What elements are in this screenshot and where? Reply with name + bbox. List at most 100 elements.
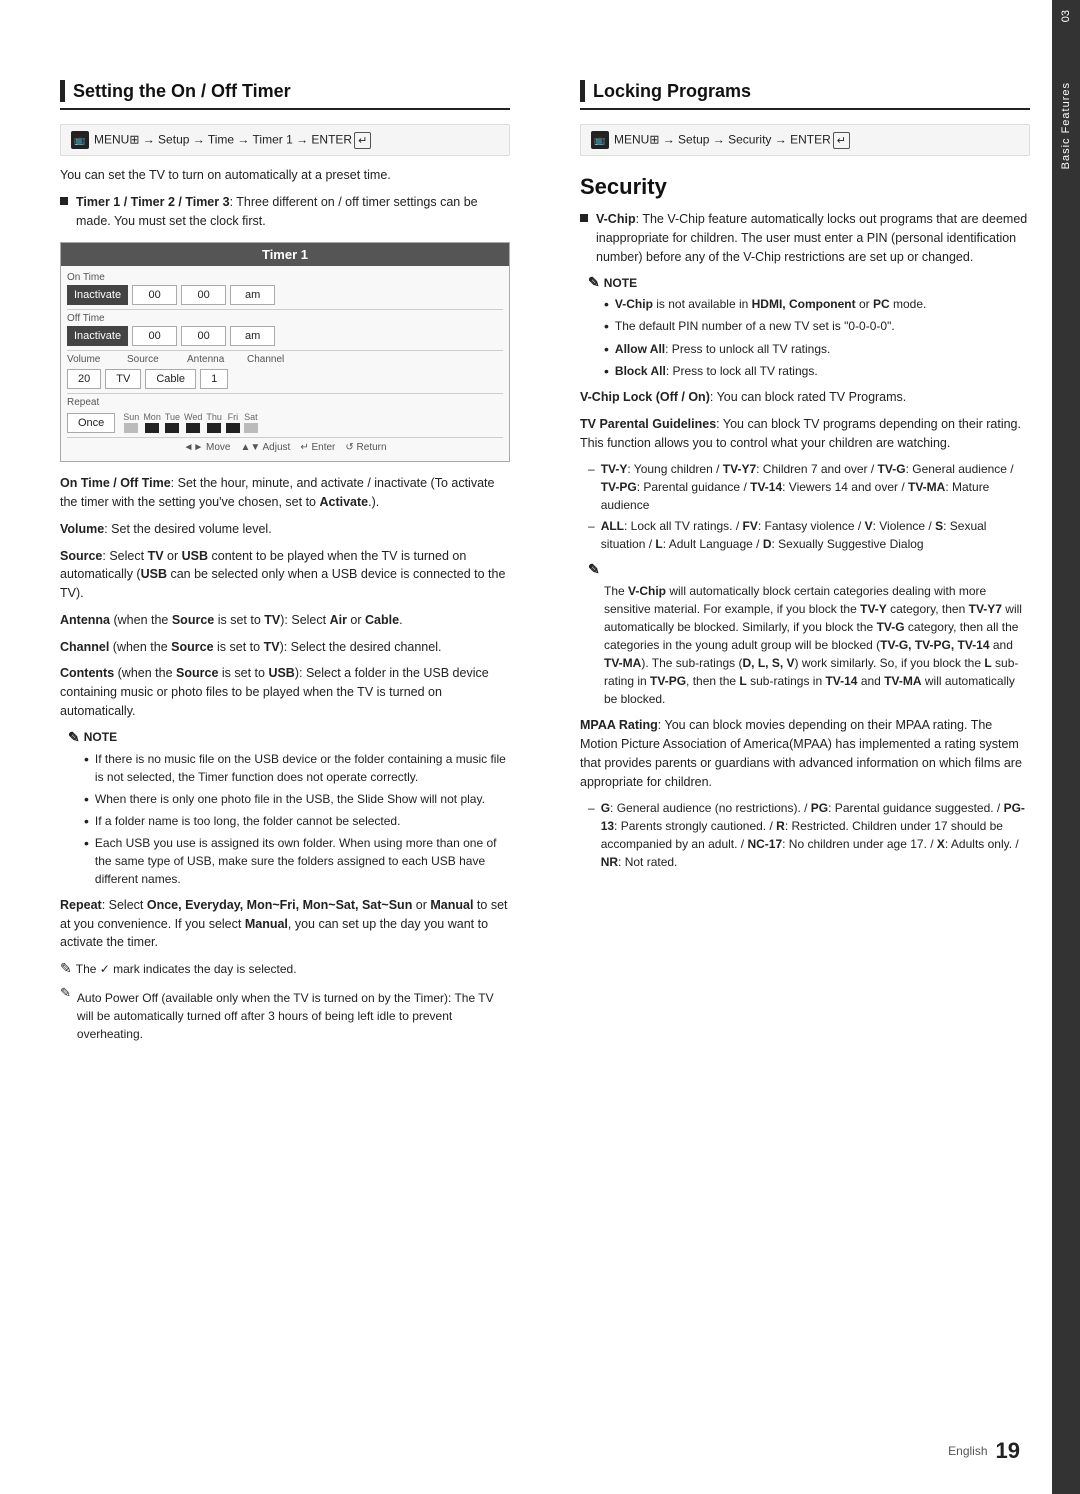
timer-title: Timer 1 [61,243,509,266]
vchip-bullet: V-Chip: The V-Chip feature automatically… [580,210,1030,266]
on-time-ampm: am [230,285,275,305]
settings-label-row: Volume Source Antenna Channel [67,354,503,365]
checkmark-note-icon: ✎ [60,960,72,977]
contents-desc: Contents (when the Source is set to USB)… [60,664,510,720]
vchip-lock-desc: V-Chip Lock (Off / On): You can block ra… [580,388,1030,407]
timer-grid: On Time Inactivate 00 00 am Off Time Ina… [61,266,509,461]
page-number: 19 [996,1438,1020,1464]
vchip-note-3: • Allow All: Press to unlock all TV rati… [604,340,1030,358]
on-time-row: Inactivate 00 00 am [67,285,503,305]
note-bullet-2: • When there is only one photo file in t… [84,790,510,808]
note-header-left: ✎ NOTE [68,729,510,746]
mpaa-items-text: G: General audience (no restrictions). /… [601,799,1030,871]
day-fri: Fri [226,412,240,433]
nav-return: ↺ Return [345,442,386,453]
note-icon-left: ✎ [68,729,80,746]
auto-power-text: Auto Power Off (available only when the … [77,989,510,1043]
channel-desc: Channel (when the Source is set to TV): … [60,638,510,657]
divider-2 [67,350,503,351]
right-note-section: ✎ NOTE • V-Chip is not available in HDMI… [588,274,1030,380]
vchip-block-icon: ✎ [588,561,600,578]
note-label-right: NOTE [604,276,637,290]
header-bar-right [580,80,585,102]
right-menu-path-text: MENU⊞ → Setup → Security → ENTER↵ [614,132,852,149]
vchip-bullet-square [580,214,588,222]
chapter-number: 03 [1060,10,1072,22]
menu-icon-left: 📺 [71,131,89,149]
left-note-section: ✎ NOTE • If there is no music file on th… [68,729,510,888]
auto-power-icon: ✎ [60,983,71,1003]
vchip-note-text-3: Allow All: Press to unlock all TV rating… [615,340,830,358]
repeat-value-row: Once Sun Mon Tue [67,412,503,433]
vchip-desc: V-Chip: The V-Chip feature automatically… [596,210,1030,266]
src-label: Source [127,354,187,365]
note-text-4: Each USB you use is assigned its own fol… [95,834,510,888]
divider-1 [67,309,503,310]
day-mon: Mon [143,412,161,433]
vchip-note-2: • The default PIN number of a new TV set… [604,317,1030,335]
rating-item-1: – TV-Y: Young children / TV-Y7: Children… [588,460,1030,514]
left-menu-path-text: MENU⊞ → Setup → Time → Timer 1 → ENTER↵ [94,132,373,149]
note-text-1: If there is no music file on the USB dev… [95,750,510,786]
src-value: TV [105,369,141,389]
on-off-time-desc: On Time / Off Time: Set the hour, minute… [60,474,510,512]
left-section-title: Setting the On / Off Timer [73,81,291,102]
on-time-hour: 00 [132,285,177,305]
note-label-left: NOTE [84,730,117,744]
vchip-note-1: • V-Chip is not available in HDMI, Compo… [604,295,1030,313]
day-wed: Wed [184,412,202,433]
day-thu: Thu [206,412,222,433]
note-icon-right: ✎ [588,274,600,291]
rating-text-1: TV-Y: Young children / TV-Y7: Children 7… [601,460,1030,514]
timer-box: Timer 1 On Time Inactivate 00 00 am Off … [60,242,510,462]
note-header-right: ✎ NOTE [588,274,1030,291]
volume-desc: Volume: Set the desired volume level. [60,520,510,539]
off-time-minute: 00 [181,326,226,346]
vchip-note-4: • Block All: Press to lock all TV rating… [604,362,1030,380]
timer-bullet-text: Timer 1 / Timer 2 / Timer 3: Three diffe… [76,193,510,231]
repeat-label: Repeat [67,397,127,408]
note-text-2: When there is only one photo file in the… [95,790,485,808]
vchip-note-text-1: V-Chip is not available in HDMI, Compone… [615,295,926,313]
right-menu-path: 📺 MENU⊞ → Setup → Security → ENTER↵ [580,124,1030,156]
day-sun: Sun [123,412,139,433]
off-time-hour: 00 [132,326,177,346]
off-time-row: Inactivate 00 00 am [67,326,503,346]
vchip-block-note-header: ✎ [588,561,1030,578]
menu-icon-right: 📺 [591,131,609,149]
day-sat: Sat [244,412,258,433]
nav-enter: ↵ Enter [300,442,335,453]
left-column: Setting the On / Off Timer 📺 MENU⊞ → Set… [60,80,530,1414]
antenna-desc: Antenna (when the Source is set to TV): … [60,611,510,630]
checkmark-note: ✎ The ✓ mark indicates the day is select… [60,960,510,977]
tv-parental-desc: TV Parental Guidelines: You can block TV… [580,415,1030,453]
vchip-note-text-4: Block All: Press to lock all TV ratings. [615,362,818,380]
ch-label: Channel [247,354,307,365]
note-bullets-left: • If there is no music file on the USB d… [84,750,510,888]
divider-3 [67,393,503,394]
auto-power-bullet: ✎ Auto Power Off (available only when th… [60,983,510,1051]
on-time-minute: 00 [181,285,226,305]
ant-value: Cable [145,369,196,389]
timer-bullet: Timer 1 / Timer 2 / Timer 3: Three diffe… [60,193,510,231]
nav-adjust: ▲▼ Adjust [240,442,290,453]
ant-label: Antenna [187,354,247,365]
checkmark-note-text: The ✓ mark indicates the day is selected… [76,962,297,976]
off-time-inactivate: Inactivate [67,326,128,346]
off-time-ampm: am [230,326,275,346]
repeat-label-row: Repeat [67,397,503,408]
repeat-desc: Repeat: Select Once, Everyday, Mon~Fri, … [60,896,510,952]
left-intro: You can set the TV to turn on automatica… [60,166,510,185]
right-section-title: Locking Programs [593,81,751,102]
chapter-label: Basic Features [1060,82,1072,169]
nav-move: ◄► Move [183,442,230,453]
note-bullet-1: • If there is no music file on the USB d… [84,750,510,786]
left-section-header: Setting the On / Off Timer [60,80,510,110]
header-bar-left [60,80,65,102]
mpaa-items: – G: General audience (no restrictions).… [588,799,1030,871]
vchip-note-text-2: The default PIN number of a new TV set i… [615,317,895,335]
security-title: Security [580,174,1030,200]
note-text-3: If a folder name is too long, the folder… [95,812,401,830]
vol-label: Volume [67,354,127,365]
off-time-label: Off Time [67,313,503,324]
